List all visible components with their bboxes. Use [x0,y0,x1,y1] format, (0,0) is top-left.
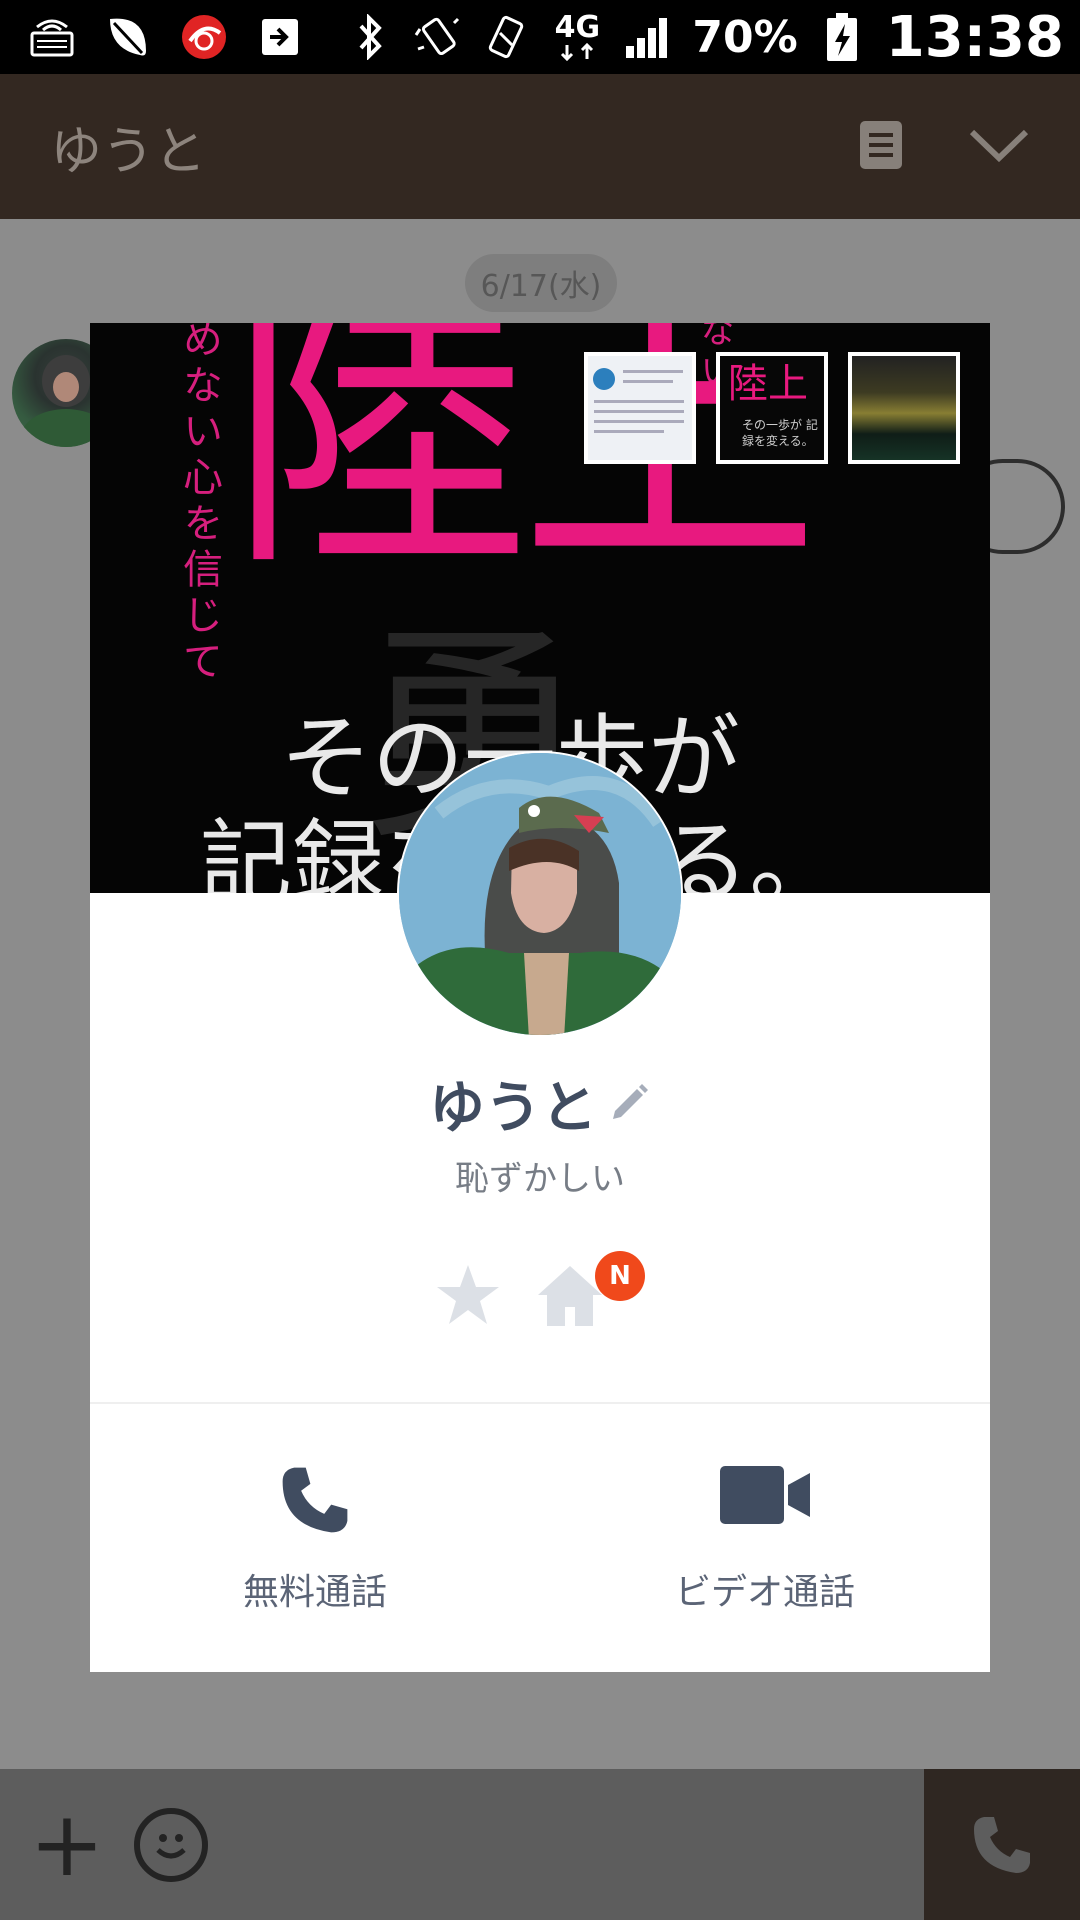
video-camera-icon [540,1463,990,1543]
cover-vertical-text-left: めない心を信じて [176,323,222,686]
screen: 4G 70% 13:38 ゆうと 6/17(水) + めない心を信じて ない 陸… [0,0,1080,1920]
profile-name-row: ゆうと [90,1063,990,1144]
call-icon[interactable] [924,1769,1080,1920]
divider [90,1402,990,1404]
profile-name: ゆうと [429,1076,597,1141]
chat-header: ゆうと [0,74,1080,219]
video-call-button[interactable]: ビデオ通話 [540,1463,990,1623]
network-type: 4G [550,13,604,61]
battery-percent: 70% [692,11,798,63]
signal-icon [624,13,672,61]
profile-card: めない心を信じて ない 陸上 勇 その一歩が 記録を変える。 陸上 その一歩 [90,323,990,1672]
chat-footer: + [0,1769,1080,1920]
emoji-icon[interactable] [134,1807,208,1882]
status-message: 恥ずかしい [455,1159,625,1199]
status-bar: 4G 70% 13:38 [0,0,1080,74]
profile-icon-row: N [435,1251,655,1343]
transfer-icon [256,13,304,61]
video-call-label: ビデオ通話 [674,1572,855,1613]
star-icon[interactable] [435,1263,501,1331]
cover-thumbnails: 陸上 その一歩が 記録を変える。 [584,352,960,464]
chat-title[interactable]: ゆうと [50,109,206,184]
clock: 13:38 [885,4,1064,70]
free-call-button[interactable]: 無料通話 [90,1463,540,1623]
edit-pencil-icon[interactable] [609,1081,651,1127]
rotate-icon [482,13,530,61]
date-pill: 6/17(水) [465,254,617,312]
battery-charging-icon [818,13,866,61]
leaf-icon [104,13,152,61]
plus-icon[interactable]: + [22,1799,112,1890]
vibrate-icon [414,13,462,61]
bluetooth-icon [346,13,394,61]
new-badge: N [595,1251,645,1301]
chevron-down-icon[interactable] [968,126,1030,168]
cover-thumb-3[interactable] [848,352,960,464]
cover-thumb-1[interactable] [584,352,696,464]
security-app-icon [180,13,228,61]
menu-icon[interactable] [858,119,904,175]
free-call-label: 無料通話 [242,1572,387,1613]
profile-avatar[interactable] [397,751,683,1037]
cover-thumb-2[interactable]: 陸上 その一歩が 記録を変える。 [716,352,828,464]
keyboard-wifi-icon [28,13,76,61]
phone-icon [90,1463,540,1543]
